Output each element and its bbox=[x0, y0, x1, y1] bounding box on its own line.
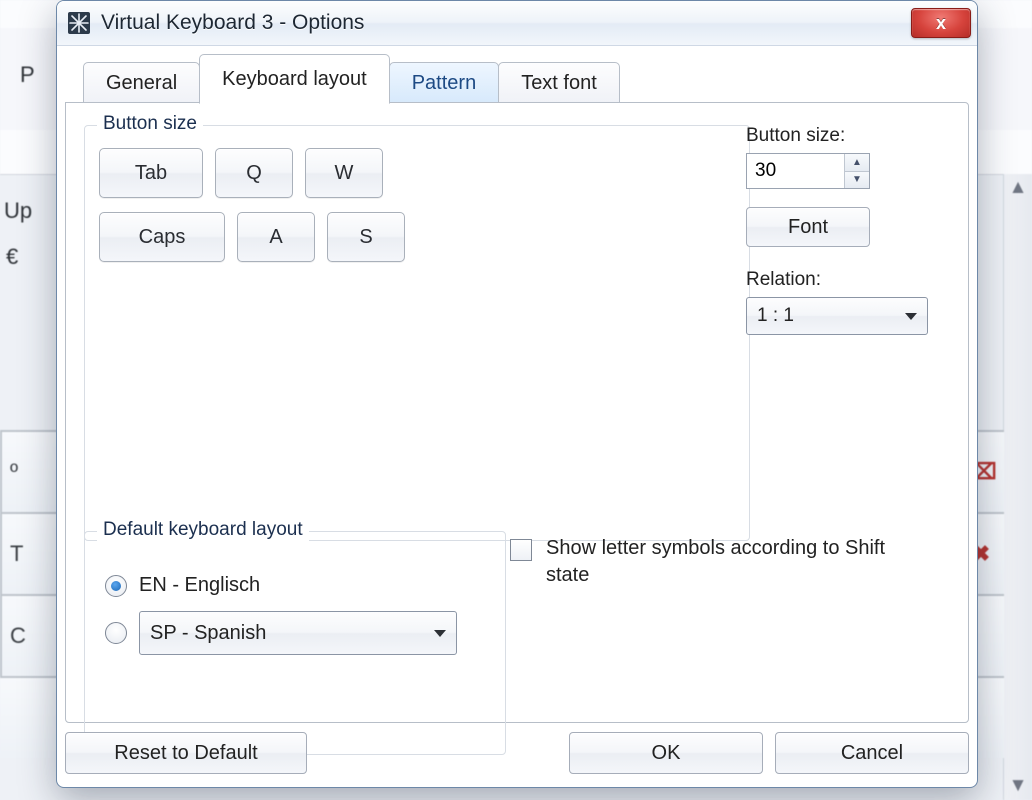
tab-page-keyboard-layout: Button size Tab Q W Caps A S Button size… bbox=[65, 102, 969, 723]
spin-button-size[interactable]: ▲ ▼ bbox=[746, 153, 870, 189]
tab-strip: General Keyboard layout Pattern Text fon… bbox=[65, 53, 969, 103]
spin-down-icon[interactable]: ▼ bbox=[845, 172, 869, 189]
combo-sp-layout-value: SP - Spanish bbox=[150, 622, 266, 645]
close-button[interactable]: x bbox=[911, 8, 971, 38]
preview-key-q[interactable]: Q bbox=[215, 148, 293, 198]
preview-key-caps[interactable]: Caps bbox=[99, 212, 225, 262]
tab-keyboard-layout[interactable]: Keyboard layout bbox=[199, 54, 390, 104]
scroll-up-icon: ▲ bbox=[1004, 174, 1032, 202]
window-title: Virtual Keyboard 3 - Options bbox=[101, 11, 901, 35]
spin-up-icon[interactable]: ▲ bbox=[845, 154, 869, 172]
right-controls: Button size: ▲ ▼ Font Relation: 1 : 1 bbox=[746, 125, 948, 335]
chevron-down-icon bbox=[434, 630, 446, 637]
command-row: Reset to Default OK Cancel bbox=[65, 731, 969, 775]
reset-button[interactable]: Reset to Default bbox=[65, 732, 307, 774]
chevron-down-icon bbox=[905, 313, 917, 320]
preview-key-a[interactable]: A bbox=[237, 212, 315, 262]
label-button-size: Button size: bbox=[746, 125, 948, 147]
tab-general[interactable]: General bbox=[83, 62, 200, 104]
radio-en-label: EN - Englisch bbox=[139, 574, 260, 597]
checkbox-shift-symbols[interactable]: Show letter symbols according to Shift s… bbox=[510, 535, 930, 589]
radio-dot-icon bbox=[105, 622, 127, 644]
group-button-size-caption: Button size bbox=[97, 113, 203, 135]
combo-relation[interactable]: 1 : 1 bbox=[746, 297, 928, 335]
bg-letter-p: P bbox=[20, 62, 35, 88]
app-icon bbox=[67, 11, 91, 35]
combo-relation-value: 1 : 1 bbox=[757, 305, 794, 327]
checkbox-shift-label: Show letter symbols according to Shift s… bbox=[546, 535, 930, 589]
combo-sp-layout[interactable]: SP - Spanish bbox=[139, 611, 457, 655]
radio-sp[interactable]: SP - Spanish bbox=[105, 611, 491, 655]
group-default-layout: Default keyboard layout EN - Englisch SP… bbox=[84, 531, 506, 755]
preview-key-w[interactable]: W bbox=[305, 148, 383, 198]
radio-dot-icon bbox=[105, 575, 127, 597]
bg-letter-euro: € bbox=[6, 244, 18, 270]
bg-key-t: T bbox=[0, 514, 56, 594]
options-dialog: Virtual Keyboard 3 - Options x General K… bbox=[56, 0, 978, 788]
group-button-size: Button size Tab Q W Caps A S bbox=[84, 125, 750, 541]
preview-key-s[interactable]: S bbox=[327, 212, 405, 262]
bg-key-o: º bbox=[0, 432, 56, 512]
titlebar: Virtual Keyboard 3 - Options x bbox=[57, 1, 977, 46]
cancel-button[interactable]: Cancel bbox=[775, 732, 969, 774]
font-button[interactable]: Font bbox=[746, 207, 870, 247]
bg-letter-up: Up bbox=[4, 198, 32, 224]
group-default-layout-caption: Default keyboard layout bbox=[97, 519, 309, 541]
label-relation: Relation: bbox=[746, 269, 948, 291]
dialog-body: General Keyboard layout Pattern Text fon… bbox=[65, 53, 969, 723]
background-scrollbar: ▲ ▼ bbox=[1003, 174, 1032, 800]
checkbox-box-icon bbox=[510, 539, 532, 561]
preview-key-tab[interactable]: Tab bbox=[99, 148, 203, 198]
tab-text-font[interactable]: Text font bbox=[498, 62, 620, 104]
ok-button[interactable]: OK bbox=[569, 732, 763, 774]
close-icon: x bbox=[936, 13, 946, 34]
spin-button-size-input[interactable] bbox=[747, 154, 844, 188]
tab-pattern[interactable]: Pattern bbox=[389, 62, 499, 104]
bg-key-c: C bbox=[0, 596, 56, 676]
scroll-down-icon: ▼ bbox=[1004, 772, 1032, 800]
radio-en[interactable]: EN - Englisch bbox=[105, 574, 491, 597]
